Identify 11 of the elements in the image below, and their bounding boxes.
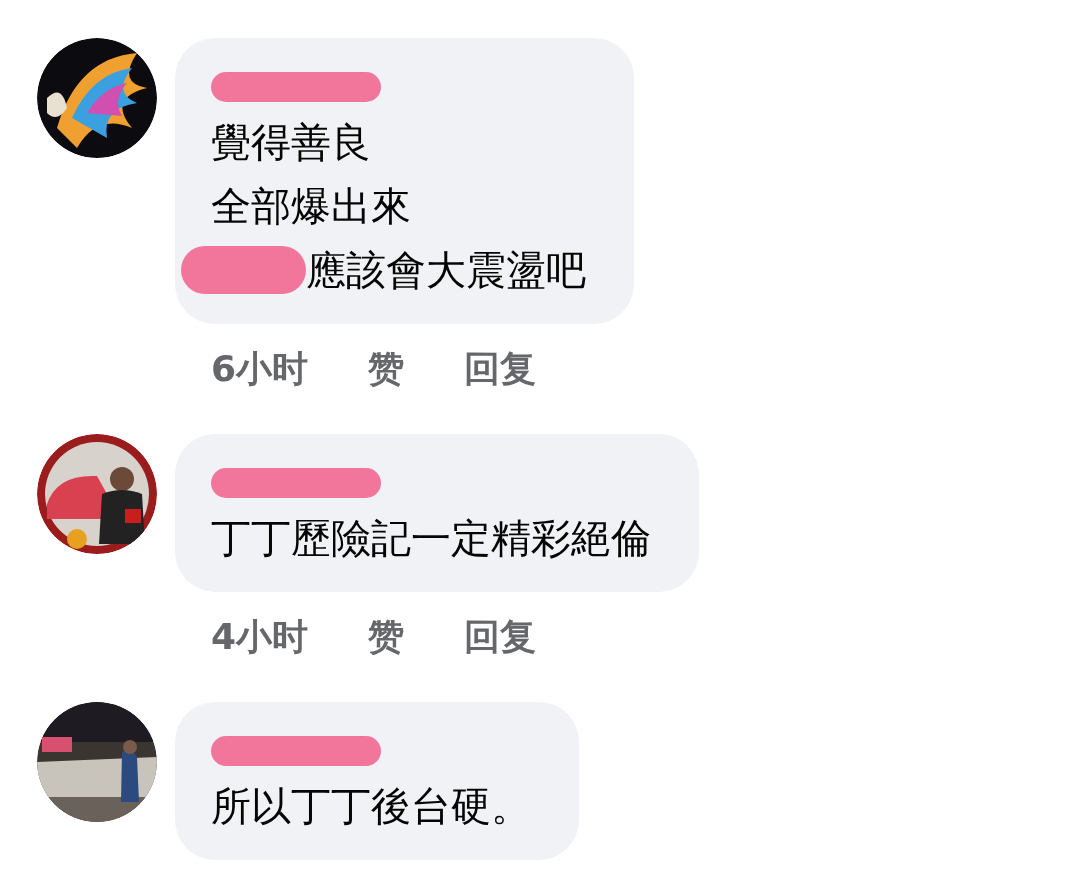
like-link[interactable]: 赞 (368, 610, 405, 664)
comment-text: 覺得善良 (211, 118, 371, 167)
comment-time: 4小时 (211, 615, 309, 659)
comment-text: 所以丁丁後台硬。 (211, 782, 531, 831)
comment-text: 應該會大震盪吧 (306, 246, 586, 295)
comment-text: 全部爆出來 (211, 182, 411, 231)
reply-link[interactable]: 回复 (464, 610, 537, 664)
reply-link[interactable]: 回复 (464, 342, 537, 396)
like-link[interactable]: 赞 (368, 342, 405, 396)
comment-time: 6小时 (211, 347, 309, 391)
comment-text: 丁丁歷險記一定精彩絕倫 (211, 514, 651, 563)
